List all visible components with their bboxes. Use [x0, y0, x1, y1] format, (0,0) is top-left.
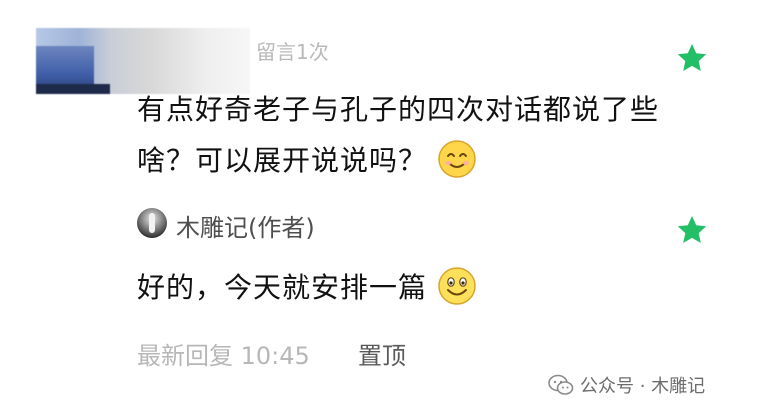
reply-timestamp: 最新回复 10:45 [137, 342, 310, 370]
reply-body: 好的，今天就安排一篇 [137, 266, 477, 306]
author-avatar[interactable] [137, 208, 167, 238]
watermark-text: 公众号 · 木雕记 [580, 376, 706, 397]
wechat-icon [548, 374, 574, 395]
reply-author-name[interactable]: 木雕记(作者) [176, 208, 315, 243]
smile-emoji-icon [437, 266, 477, 306]
comment-text: 有点好奇老子与孔子的四次对话都说了些啥？可以展开说说吗？ [137, 93, 660, 177]
reply-text: 好的，今天就安排一篇 [137, 271, 428, 304]
comment-meta: 留言1次 [256, 40, 329, 64]
star-icon[interactable] [676, 42, 708, 74]
smile-emoji-icon [437, 139, 477, 179]
pin-button[interactable]: 置顶 [358, 336, 406, 371]
star-icon[interactable] [676, 214, 708, 246]
comment-body: 有点好奇老子与孔子的四次对话都说了些啥？可以展开说说吗？ [137, 84, 697, 186]
watermark: 公众号 · 木雕记 [548, 372, 705, 398]
